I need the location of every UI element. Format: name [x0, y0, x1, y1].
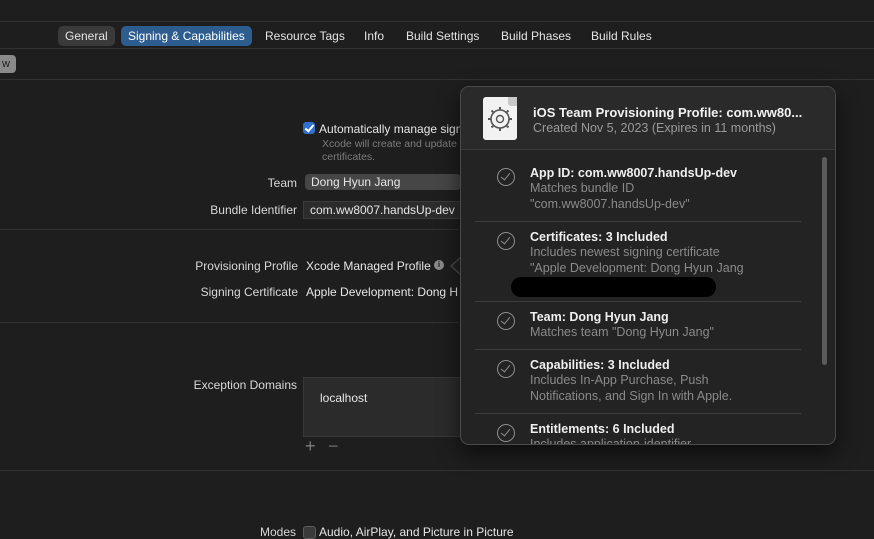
signing-certificate-label: Signing Certificate	[200, 285, 298, 299]
tab-general[interactable]: General	[58, 26, 115, 46]
tab-resource-tags[interactable]: Resource Tags	[258, 26, 352, 46]
popover-scrollbar[interactable]	[822, 157, 827, 365]
auto-manage-note: Xcode will create and update	[322, 138, 457, 150]
divider	[0, 229, 458, 230]
team-label: Team	[267, 176, 297, 190]
divider	[0, 21, 874, 22]
provisioning-profile-label: Provisioning Profile	[195, 259, 298, 273]
capabilities-title: Capabilities: 3 Included	[530, 358, 670, 372]
capability-button-label: w	[2, 58, 10, 70]
tab-info[interactable]: Info	[357, 26, 391, 46]
exception-domains-list: localhost	[303, 377, 462, 437]
check-circle-icon	[497, 168, 515, 186]
modes-label: Modes	[259, 525, 296, 539]
provisioning-profile-icon	[483, 97, 517, 140]
redaction-bar	[511, 277, 716, 297]
info-icon[interactable]: i	[434, 260, 444, 270]
divider	[0, 470, 874, 471]
certificates-title: Certificates: 3 Included	[530, 230, 668, 244]
check-circle-icon	[497, 312, 515, 330]
separator	[475, 301, 801, 302]
gear-icon	[488, 107, 512, 131]
entitlements-title: Entitlements: 6 Included	[530, 422, 675, 436]
entitlements-line-1: Includes application-identifier	[530, 437, 692, 445]
audio-airplay-label: Audio, AirPlay, and Picture in Picture	[319, 525, 514, 539]
auto-manage-label: Automatically manage sign	[319, 122, 463, 136]
tab-build-phases[interactable]: Build Phases	[494, 26, 578, 46]
editor-tab-bar: General Signing & Capabilities Resource …	[0, 24, 874, 46]
app-id-title: App ID: com.ww8007.handsUp-dev	[530, 166, 737, 180]
provisioning-profile-value: Xcode Managed Profile	[306, 259, 431, 273]
check-circle-icon	[497, 424, 515, 442]
check-circle-icon	[497, 360, 515, 378]
auto-manage-note-2: certificates.	[322, 151, 376, 163]
certificates-line-2: "Apple Development: Dong Hyun Jang	[530, 261, 744, 275]
separator	[475, 221, 801, 222]
divider	[0, 322, 458, 323]
divider	[0, 79, 874, 80]
signing-certificate-value: Apple Development: Dong Hy	[306, 285, 458, 299]
exception-domains-label: Exception Domains	[193, 378, 297, 392]
app-id-line-2: "com.ww8007.handsUp-dev"	[530, 197, 690, 211]
audio-airplay-checkbox[interactable]	[303, 526, 316, 539]
capability-add-button[interactable]: w	[0, 55, 16, 73]
capabilities-line-2: Notifications, and Sign In with Apple.	[530, 389, 733, 403]
certificates-line-1: Includes newest signing certificate	[530, 245, 720, 259]
bundle-identifier-field[interactable]: com.ww8007.handsUp-dev	[303, 201, 463, 219]
checkmark-icon	[304, 122, 314, 133]
tab-build-settings[interactable]: Build Settings	[399, 26, 486, 46]
popover-header: iOS Team Provisioning Profile: com.ww80.…	[461, 87, 835, 150]
tab-build-rules[interactable]: Build Rules	[584, 26, 659, 46]
team-line-1: Matches team "Dong Hyun Jang"	[530, 325, 714, 339]
auto-manage-checkbox[interactable]	[303, 122, 315, 134]
tab-signing-capabilities[interactable]: Signing & Capabilities	[121, 26, 252, 46]
divider	[0, 48, 874, 49]
add-domain-button[interactable]: +	[305, 436, 316, 457]
popover-subtitle: Created Nov 5, 2023 (Expires in 11 month…	[533, 121, 776, 135]
separator	[475, 349, 801, 350]
team-popup[interactable]: Dong Hyun Jang	[305, 174, 461, 190]
app-id-line-1: Matches bundle ID	[530, 181, 635, 195]
check-circle-icon	[497, 232, 515, 250]
separator	[475, 413, 801, 414]
list-item[interactable]: localhost	[320, 391, 367, 405]
remove-domain-button[interactable]: −	[328, 436, 339, 457]
bundle-identifier-label: Bundle Identifier	[210, 203, 297, 217]
popover-title: iOS Team Provisioning Profile: com.ww80.…	[533, 105, 803, 120]
team-title: Team: Dong Hyun Jang	[530, 310, 669, 324]
capabilities-line-1: Includes In-App Purchase, Push	[530, 373, 709, 387]
provisioning-profile-popover: iOS Team Provisioning Profile: com.ww80.…	[460, 86, 836, 445]
